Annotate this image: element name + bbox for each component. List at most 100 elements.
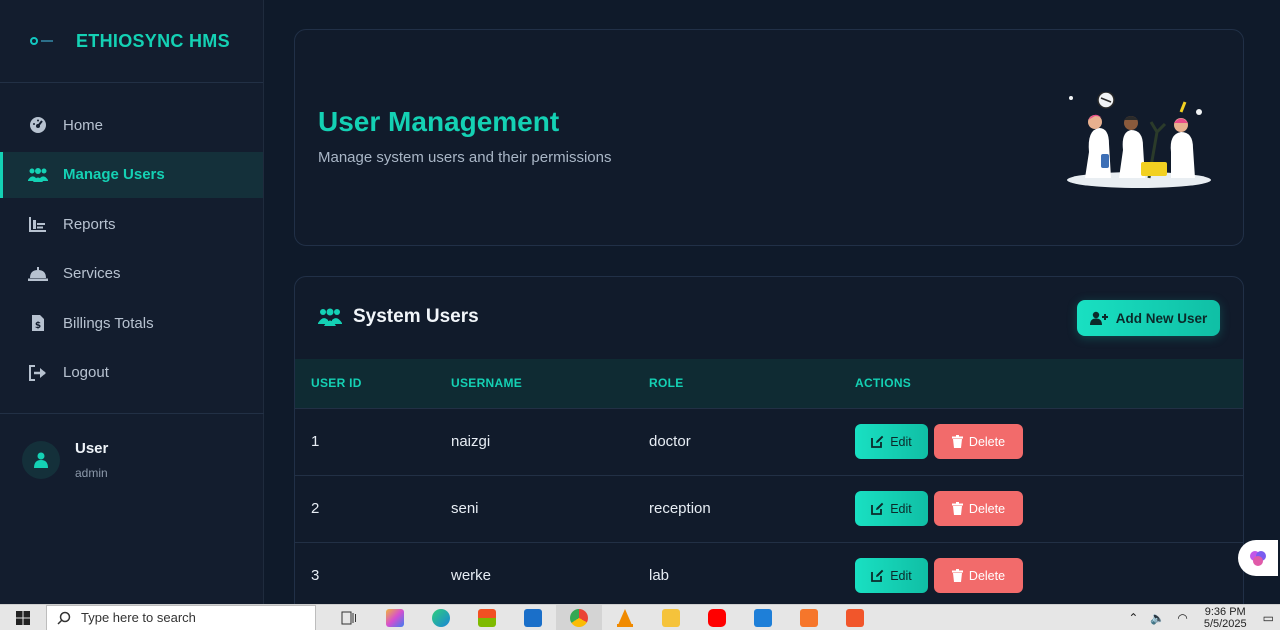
username-cell: werke: [451, 567, 492, 585]
user-profile[interactable]: User admin: [22, 440, 108, 480]
delete-button[interactable]: Delete: [934, 558, 1023, 594]
sidebar-item-billings-totals[interactable]: $ Billings Totals: [0, 300, 263, 346]
role-cell: reception: [649, 500, 711, 517]
clock-time: 9:36 PM: [1204, 606, 1246, 618]
taskbar-search-input[interactable]: Type here to search: [46, 604, 316, 630]
card-title: System Users: [317, 306, 479, 328]
role-cell: lab: [649, 567, 670, 585]
column-header-role: ROLE: [649, 376, 684, 391]
vlc-icon[interactable]: [602, 605, 648, 630]
table-row: 3 werke lab Edit Delete: [295, 542, 1243, 609]
edge-icon[interactable]: [418, 605, 464, 630]
delete-label: Delete: [968, 434, 1006, 449]
logout-icon: [27, 363, 49, 383]
clock[interactable]: 9:36 PM 5/5/2025: [1204, 606, 1247, 630]
actions-cell: Edit Delete: [855, 408, 1243, 475]
chrome-icon[interactable]: [556, 604, 602, 630]
user-id-cell: 1: [311, 433, 320, 450]
user-plus-icon: [1089, 311, 1108, 325]
file-explorer-icon[interactable]: [648, 605, 694, 630]
sidebar-item-logout[interactable]: Logout: [0, 350, 263, 396]
edit-button[interactable]: Edit: [855, 558, 928, 594]
sidebar-item-label: Billings Totals: [63, 314, 154, 332]
sidebar-nav: Home Manage Users Reports Services $ Bil…: [0, 83, 263, 396]
assistant-widget-button[interactable]: [1238, 540, 1278, 576]
system-tray: ⌃ 🔈 ◠ 9:36 PM 5/5/2025 ▭: [1122, 605, 1280, 630]
sidebar: ETHIOSYNC HMS Home Manage Users Reports …: [0, 0, 264, 604]
actions-cell: Edit Delete: [855, 475, 1243, 542]
user-id-cell: 2: [311, 500, 320, 517]
edit-label: Edit: [890, 568, 912, 583]
delete-button[interactable]: Delete: [934, 491, 1023, 526]
outlook-icon[interactable]: [510, 605, 556, 630]
edit-button[interactable]: Edit: [855, 424, 928, 459]
users-icon: [27, 165, 49, 185]
brand-title: ETHIOSYNC HMS: [76, 30, 230, 51]
copilot-icon[interactable]: [372, 605, 418, 630]
sidebar-item-label: Reports: [63, 215, 116, 233]
user-role: admin: [75, 466, 108, 480]
task-view-icon[interactable]: [326, 605, 372, 630]
store-icon[interactable]: [464, 605, 510, 630]
edit-label: Edit: [890, 501, 912, 516]
trash-icon: [951, 502, 963, 515]
brand: ETHIOSYNC HMS: [0, 0, 263, 83]
column-header-actions: ACTIONS: [855, 376, 912, 391]
username-cell: seni: [451, 500, 479, 517]
brain-icon: [1250, 551, 1266, 566]
volume-icon[interactable]: 🔈: [1150, 611, 1165, 625]
sidebar-divider: [0, 413, 264, 414]
users-table: USER ID USERNAME ROLE ACTIONS 1 naizgi d…: [295, 359, 1243, 609]
wifi-icon[interactable]: ◠: [1177, 611, 1187, 625]
windows-taskbar: Type here to search ⌃ 🔈 ◠ 9:36 PM 5/5/20…: [0, 604, 1280, 630]
user-name: User: [75, 440, 109, 457]
sidebar-item-home[interactable]: Home: [0, 102, 263, 148]
edit-label: Edit: [890, 434, 912, 449]
sidebar-item-reports[interactable]: Reports: [0, 201, 263, 247]
column-header-user-id: USER ID: [311, 376, 362, 391]
add-new-user-button[interactable]: Add New User: [1077, 300, 1220, 336]
notification-icon[interactable]: ▭: [1263, 611, 1274, 625]
vscode-icon[interactable]: [740, 605, 786, 630]
xampp-icon[interactable]: [786, 605, 832, 630]
taskbar-apps: [326, 604, 878, 630]
sidebar-item-label: Home: [63, 116, 104, 134]
card-header: System Users Add New User: [295, 277, 1243, 359]
edit-icon: [871, 502, 884, 515]
doctors-illustration: [1061, 91, 1213, 192]
column-header-username: USERNAME: [451, 376, 523, 391]
start-button[interactable]: [0, 605, 46, 630]
users-icon: [317, 307, 343, 327]
card-title-text: System Users: [353, 306, 479, 327]
chevron-up-icon[interactable]: ⌃: [1128, 611, 1138, 625]
page-subtitle: Manage system users and their permission…: [318, 149, 612, 166]
clock-date: 5/5/2025: [1203, 618, 1247, 630]
avatar: [22, 441, 60, 479]
svg-text:$: $: [35, 321, 41, 331]
search-placeholder: Type here to search: [81, 610, 196, 625]
edit-icon: [871, 435, 884, 448]
system-users-card: System Users Add New User USER ID USERNA…: [294, 276, 1244, 616]
youtube-icon[interactable]: [694, 605, 740, 630]
brave-icon[interactable]: [832, 605, 878, 630]
chart-icon: [27, 214, 49, 234]
page-header-card: User Management Manage system users and …: [294, 29, 1244, 246]
user-icon: [34, 452, 48, 468]
edit-icon: [871, 569, 884, 583]
logo-icon: [28, 35, 54, 47]
sidebar-item-services[interactable]: Services: [0, 251, 263, 297]
add-new-user-label: Add New User: [1115, 310, 1208, 326]
dashboard-icon: [27, 115, 49, 135]
search-icon: [57, 611, 71, 625]
sidebar-item-label: Logout: [63, 364, 109, 381]
actions-cell: Edit Delete: [855, 542, 1243, 609]
edit-button[interactable]: Edit: [855, 491, 928, 526]
sidebar-item-manage-users[interactable]: Manage Users: [0, 151, 263, 198]
trash-icon: [951, 569, 963, 583]
sidebar-item-label: Manage Users: [63, 166, 165, 183]
page-title: User Management: [318, 106, 560, 137]
delete-button[interactable]: Delete: [934, 424, 1023, 459]
invoice-icon: $: [27, 313, 49, 333]
trash-icon: [951, 435, 963, 448]
username-cell: naizgi: [451, 433, 491, 450]
